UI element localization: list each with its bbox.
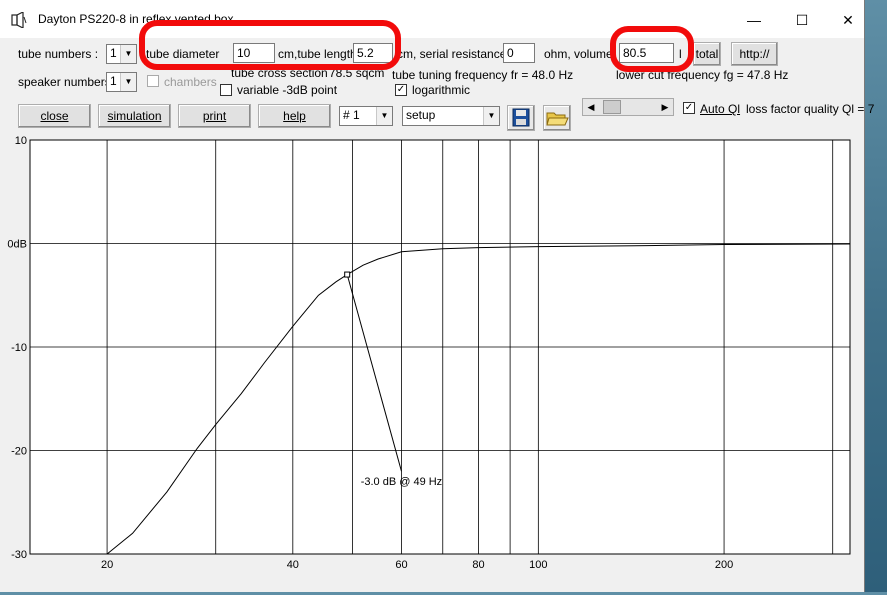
scroll-left-icon[interactable]: ◀ [583, 99, 599, 115]
y-tick-label: 10 [15, 135, 27, 147]
setup-select[interactable]: setup ▼ [402, 106, 500, 126]
save-button[interactable] [507, 105, 535, 131]
auto-ql-label: Auto Ql [700, 102, 741, 116]
tube-tuning-frequency: tube tuning frequency fr = 48.0 Hz [392, 68, 574, 82]
tube-numbers-select[interactable]: 1 ▼ [106, 44, 137, 64]
x-tick-label: 200 [715, 559, 733, 571]
maximize-button[interactable]: ☐ [782, 8, 822, 32]
floppy-disk-icon [512, 108, 530, 127]
chevron-down-icon: ▼ [120, 73, 136, 91]
volume-label: ohm, volume [544, 47, 613, 61]
simulation-button[interactable]: simulation [98, 104, 171, 128]
tube-diameter-input[interactable]: 10 [233, 43, 275, 63]
quality-scrollbar[interactable]: ◀ ▶ [582, 98, 674, 116]
serial-resistance-label: cm, serial resistance [397, 47, 507, 61]
y-tick-label: -20 [11, 446, 27, 458]
x-tick-label: 60 [395, 559, 407, 571]
tube-length-input[interactable]: 5.2 [353, 43, 393, 63]
print-button[interactable]: print [178, 104, 251, 128]
tube-length-label: cm,tube length [278, 47, 357, 61]
volume-input[interactable]: 80.5 [619, 43, 674, 63]
speaker-app-icon [11, 12, 27, 28]
volume-unit-label: l [679, 47, 682, 61]
chambers-label: chambers [164, 75, 217, 89]
close-window-button[interactable]: ✕ [828, 8, 868, 32]
variable-3db-label: variable -3dB point [237, 83, 338, 97]
minimize-icon: — [747, 12, 761, 28]
scroll-thumb[interactable] [603, 100, 621, 114]
logarithmic-label: logarithmic [412, 83, 471, 97]
chevron-down-icon: ▼ [120, 45, 136, 63]
open-folder-icon [546, 112, 569, 126]
chevron-down-icon: ▼ [376, 107, 392, 125]
logarithmic-checkbox[interactable]: ✓ [395, 84, 407, 96]
open-button[interactable] [543, 105, 571, 131]
app-window: Dayton PS220-8 in reflex vented box — ☐ … [0, 0, 874, 592]
annotation-label: -3.0 dB @ 49 Hz [361, 476, 442, 488]
y-tick-label: 0dB [7, 239, 27, 251]
maximize-icon: ☐ [795, 11, 809, 28]
http-button[interactable]: http:// [731, 42, 778, 66]
chambers-checkbox[interactable] [147, 75, 159, 87]
help-button[interactable]: help [258, 104, 331, 128]
close-icon: ✕ [842, 11, 854, 28]
x-tick-label: 80 [472, 559, 484, 571]
curve-number-value: # 1 [343, 108, 360, 122]
total-button[interactable]: total [693, 42, 721, 66]
tube-cross-section-label: tube cross section [231, 66, 328, 80]
tube-numbers-value: 1 [110, 46, 117, 60]
chevron-down-icon: ▼ [483, 107, 499, 125]
chart-svg: 10 0dB -10 -20 -30 20 40 60 80 100 200 -3.0 dB @ 49… [7, 135, 851, 571]
tube-diameter-label: tube diameter [146, 47, 220, 61]
minimize-button[interactable]: — [734, 8, 774, 32]
lower-cut-frequency: lower cut frequency fg = 47.8 Hz [616, 68, 789, 82]
speaker-numbers-value: 1 [110, 74, 117, 88]
scroll-right-icon[interactable]: ▶ [657, 99, 673, 115]
speaker-numbers-label: speaker numbers : [18, 75, 118, 89]
x-tick-label: 40 [287, 559, 299, 571]
annotation-marker [344, 271, 351, 278]
window-title: Dayton PS220-8 in reflex vented box [38, 12, 234, 26]
checkmark-icon: ✓ [684, 102, 694, 113]
auto-ql-checkbox[interactable]: ✓ [683, 102, 695, 114]
tube-numbers-label: tube numbers : [18, 47, 99, 61]
curve-number-select[interactable]: # 1 ▼ [339, 106, 393, 126]
y-tick-label: -30 [11, 549, 27, 561]
variable-3db-checkbox[interactable] [220, 84, 232, 96]
frequency-response-chart: 10 0dB -10 -20 -30 20 40 60 80 100 200 -3.0 dB @ 49… [0, 130, 864, 592]
loss-factor-label: loss factor quality Ql = 7 [746, 102, 875, 116]
y-tick-label: -10 [11, 342, 27, 354]
x-tick-label: 20 [101, 559, 113, 571]
title-bar: Dayton PS220-8 in reflex vented box — ☐ … [0, 0, 864, 38]
x-tick-label: 100 [529, 559, 547, 571]
tube-cross-section-value: 78.5 sqcm [329, 66, 385, 80]
serial-resistance-input[interactable]: 0 [503, 43, 535, 63]
checkmark-icon: ✓ [396, 84, 406, 95]
speaker-numbers-select[interactable]: 1 ▼ [106, 72, 137, 92]
close-button[interactable]: close [18, 104, 91, 128]
setup-value: setup [406, 108, 436, 122]
